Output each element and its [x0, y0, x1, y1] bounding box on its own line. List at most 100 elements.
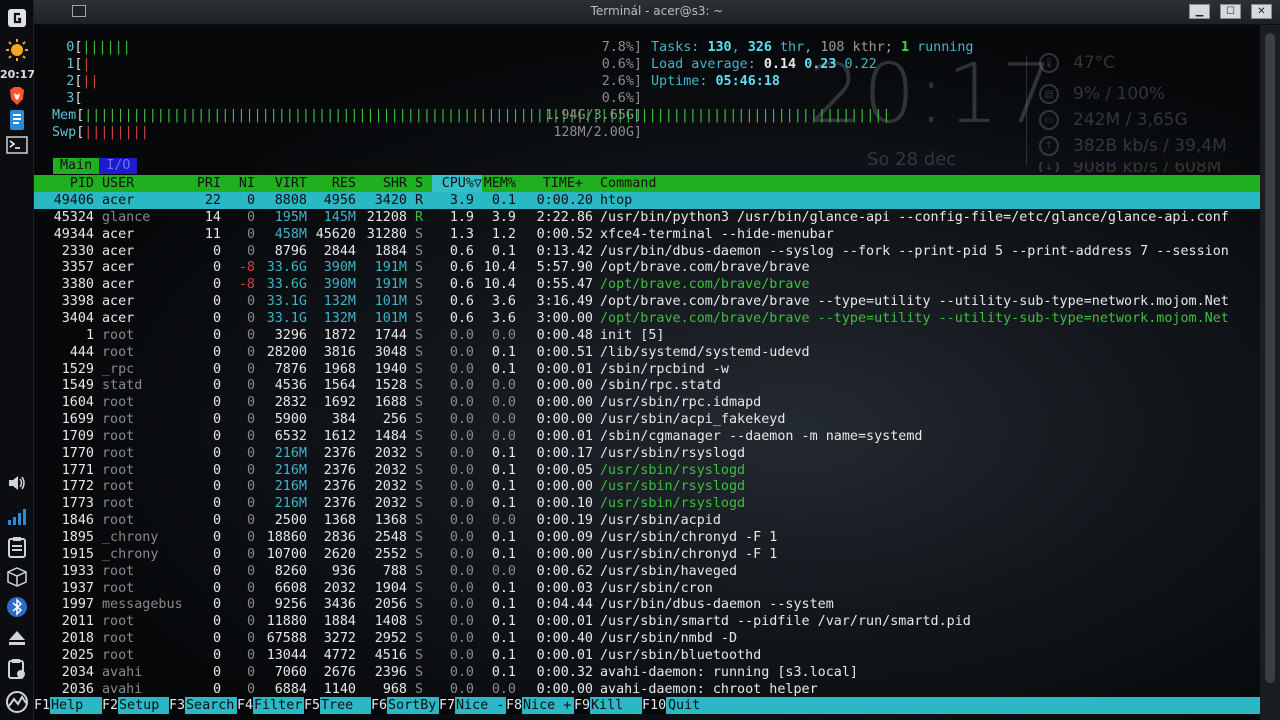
fkey-3-label[interactable]: Search	[186, 697, 234, 714]
weather-sun-icon[interactable]	[5, 38, 29, 62]
process-user: avahi	[102, 664, 143, 680]
process-row[interactable]: 2036 avahi 0 0 6884 1140 968 S 0.0 0.0 0:00.00 avah…	[34, 681, 1260, 698]
process-row[interactable]: 1846 root 0 0 2500 1368 1368 S 0.0 0.0 0:00.19/usr…	[34, 512, 1260, 529]
process-ni: 0	[246, 647, 255, 663]
process-row[interactable]: 45324 glance 14 0 195M 145M 21208 R 1.9 3.9 2:22.8…	[34, 209, 1260, 226]
process-row[interactable]: 1709 root 0 0 6532 1612 1484 S 0.0 0.0 0:00.01/sbi…	[34, 428, 1260, 445]
process-row[interactable]: 2011 root 0 0 11880 1884 1408 S 0.0 0.1 0:00.01/us…	[34, 613, 1260, 630]
process-row[interactable]: 1915 _chrony 0 0 10700 2620 2552 S 0.0 0.1 0:00.00…	[34, 546, 1260, 563]
fkey-9-label[interactable]: Kill	[591, 697, 623, 714]
process-row[interactable]: 1772 root 0 0 216M 2376 2032 S 0.0 0.1 0:00.00/usr…	[34, 478, 1260, 495]
process-row[interactable]: 49406 acer 22 0 8808 4956 3420 R 3.9 0.1 0:00.20 ht…	[34, 192, 1260, 209]
terminal-view[interactable]: 20:17 So 28 dec 🌡 47°C ▤ 9% / 100% ▭ 242M /…	[34, 25, 1260, 720]
app-menu-icon[interactable]	[5, 6, 29, 30]
eject-icon[interactable]	[5, 626, 29, 650]
header-virt[interactable]: VIRT	[262, 175, 307, 192]
window-titlebar[interactable]: Terminál - acer@s3: ~ ▁ ☐ ✕	[34, 0, 1280, 25]
process-row[interactable]: 3404 acer 0 0 33.1G 132M 101M S 0.6 3.6 3:00.00/op…	[34, 310, 1260, 327]
system-monitor-icon[interactable]	[5, 690, 29, 714]
fkey-4-label[interactable]: Filter	[254, 697, 302, 714]
fkey-8-key[interactable]: F8	[506, 697, 523, 714]
process-row[interactable]: 1529 _rpc 0 0 7876 1968 1940 S 0.0 0.1 0:00.01/sbi…	[34, 361, 1260, 378]
scrollbar-thumb[interactable]	[1265, 33, 1275, 683]
fkey-10-key[interactable]: F10	[642, 697, 667, 714]
text-editor-icon[interactable]	[5, 108, 29, 132]
brave-browser-icon[interactable]	[5, 84, 29, 108]
process-res: 132M	[323, 310, 356, 326]
bluetooth-icon[interactable]	[5, 595, 29, 619]
process-row[interactable]: 3357 acer 0 -8 33.6G 390M 191M S 0.6 10.4 5:57.90 /…	[34, 259, 1260, 276]
panel-clock[interactable]: 20:17	[0, 68, 35, 81]
close-button[interactable]: ✕	[1251, 4, 1272, 19]
fkey-7-label[interactable]: Nice -	[456, 697, 504, 714]
terminal-app-icon[interactable]	[5, 133, 29, 157]
fkey-3-key[interactable]: F3	[169, 697, 186, 714]
header-command[interactable]: Command	[600, 175, 656, 192]
process-ni: 0	[246, 479, 255, 495]
fkey-7-key[interactable]: F7	[439, 697, 456, 714]
fkey-10-label[interactable]: Quit	[668, 697, 700, 714]
volume-icon[interactable]	[5, 471, 29, 495]
process-user: acer	[102, 193, 135, 208]
process-row[interactable]: 1895 _chrony 0 0 18860 2836 2548 S 0.0 0.1 0:00.09…	[34, 529, 1260, 546]
header-time[interactable]: TIME+	[524, 175, 583, 192]
process-row[interactable]: 1699 root 0 0 5900 384 256 S 0.0 0.0 0:00.00/usr/s…	[34, 411, 1260, 428]
fkey-4-key[interactable]: F4	[237, 697, 254, 714]
tab-main[interactable]: Main	[53, 158, 100, 174]
fkey-5-key[interactable]: F5	[304, 697, 321, 714]
process-pid: 1997	[61, 597, 94, 613]
fkey-6-label[interactable]: SortBy	[388, 697, 436, 714]
process-row[interactable]: 2018 root 0 0 67588 3272 2952 S 0.0 0.1 0:00.40/us…	[34, 630, 1260, 647]
process-cpu: 0.0	[449, 479, 474, 495]
widget-cpu-value: 9% / 100%	[1073, 84, 1166, 104]
fkey-8-label[interactable]: Nice +	[523, 697, 571, 714]
fkey-6-key[interactable]: F6	[371, 697, 388, 714]
package-box-icon[interactable]	[5, 565, 29, 589]
clipboard-icon[interactable]	[5, 535, 29, 559]
process-row[interactable]: 1770 root 0 0 216M 2376 2032 S 0.0 0.1 0:00.17/usr…	[34, 445, 1260, 462]
maximize-button[interactable]: ☐	[1220, 4, 1241, 19]
process-row[interactable]: 1549 statd 0 0 4536 1564 1528 S 0.0 0.0 0:00.00/sb…	[34, 377, 1260, 394]
process-row[interactable]: 2025 root 0 0 13044 4772 4516 S 0.0 0.1 0:00.01/us…	[34, 647, 1260, 664]
process-virt: 13044	[266, 647, 307, 663]
fkey-1-key[interactable]: F1	[34, 697, 51, 714]
header-mem[interactable]: MEM%	[479, 175, 516, 192]
process-res: 145M	[323, 209, 356, 225]
scrollbar[interactable]	[1260, 25, 1280, 720]
process-row[interactable]: 1933 root 0 0 8260 936 788 S 0.0 0.0 0:00.62/usr/s…	[34, 563, 1260, 580]
header-state[interactable]: S	[415, 175, 423, 192]
process-pid: 3357	[61, 260, 94, 276]
fkey-2-key[interactable]: F2	[102, 697, 119, 714]
header-cpu[interactable]: CPU%▽	[432, 175, 482, 192]
cpu-meter-value: 2.6%]	[601, 74, 642, 89]
process-pid: 1895	[61, 530, 94, 545]
process-cmd: /usr/sbin/smartd --pidfile /var/run/smar…	[600, 614, 971, 630]
header-pri[interactable]: PRI	[184, 175, 221, 192]
process-row[interactable]: 1773 root 0 0 216M 2376 2032 S 0.0 0.1 0:00.10/usr…	[34, 495, 1260, 512]
header-ni[interactable]: NI	[229, 175, 255, 192]
header-res[interactable]: RES	[314, 175, 356, 192]
fkey-1-label[interactable]: Help	[51, 697, 83, 714]
process-row[interactable]: 2034 avahi 0 0 7060 2676 2396 S 0.0 0.1 0:00.32 ava…	[34, 664, 1260, 681]
fkey-2-label[interactable]: Setup	[119, 697, 159, 714]
fkey-9-key[interactable]: F9	[574, 697, 591, 714]
process-row[interactable]: 1604 root 0 0 2832 1692 1688 S 0.0 0.0 0:00.00/usr…	[34, 394, 1260, 411]
process-row[interactable]: 444 root 0 0 28200 3816 3048 S 0.0 0.1 0:00.51/lib…	[34, 344, 1260, 361]
fkey-5-label[interactable]: Tree	[321, 697, 353, 714]
header-user[interactable]: USER	[102, 175, 134, 192]
process-row[interactable]: 1771 root 0 0 216M 2376 2032 S 0.0 0.1 0:00.05/usr…	[34, 462, 1260, 479]
tab-io[interactable]: I/O	[99, 158, 138, 174]
process-row[interactable]: 49344 acer 11 0 458M 45620 31280 S 1.3 1.2 0:00.52…	[34, 226, 1260, 243]
process-cpu: 0.6	[449, 260, 474, 276]
process-row[interactable]: 1997 messagebus 0 0 9256 3436 2056 S 0.0 0.1 0:04.…	[34, 596, 1260, 613]
process-row[interactable]: 3398 acer 0 0 33.1G 132M 101M S 0.6 3.6 3:16.49/op…	[34, 293, 1260, 310]
process-row[interactable]: 2330 acer 0 0 8796 2844 1884 S 0.6 0.1 0:13.42/usr…	[34, 243, 1260, 260]
process-row[interactable]: 1937 root 0 0 6608 2032 1904 S 0.0 0.1 0:00.03/usr…	[34, 580, 1260, 597]
network-signal-icon[interactable]	[5, 505, 29, 529]
minimize-button[interactable]: ▁	[1189, 4, 1210, 19]
header-pid[interactable]: PID	[34, 175, 94, 192]
clipboard-paste-icon[interactable]	[5, 657, 29, 681]
process-row[interactable]: 3380 acer 0 -8 33.6G 390M 191M S 0.6 10.4 0:55.47 /…	[34, 276, 1260, 293]
process-row[interactable]: 1 root 0 0 3296 1872 1744 S 0.0 0.0 0:00.48 init [5…	[34, 327, 1260, 344]
header-shr[interactable]: SHR	[364, 175, 407, 192]
